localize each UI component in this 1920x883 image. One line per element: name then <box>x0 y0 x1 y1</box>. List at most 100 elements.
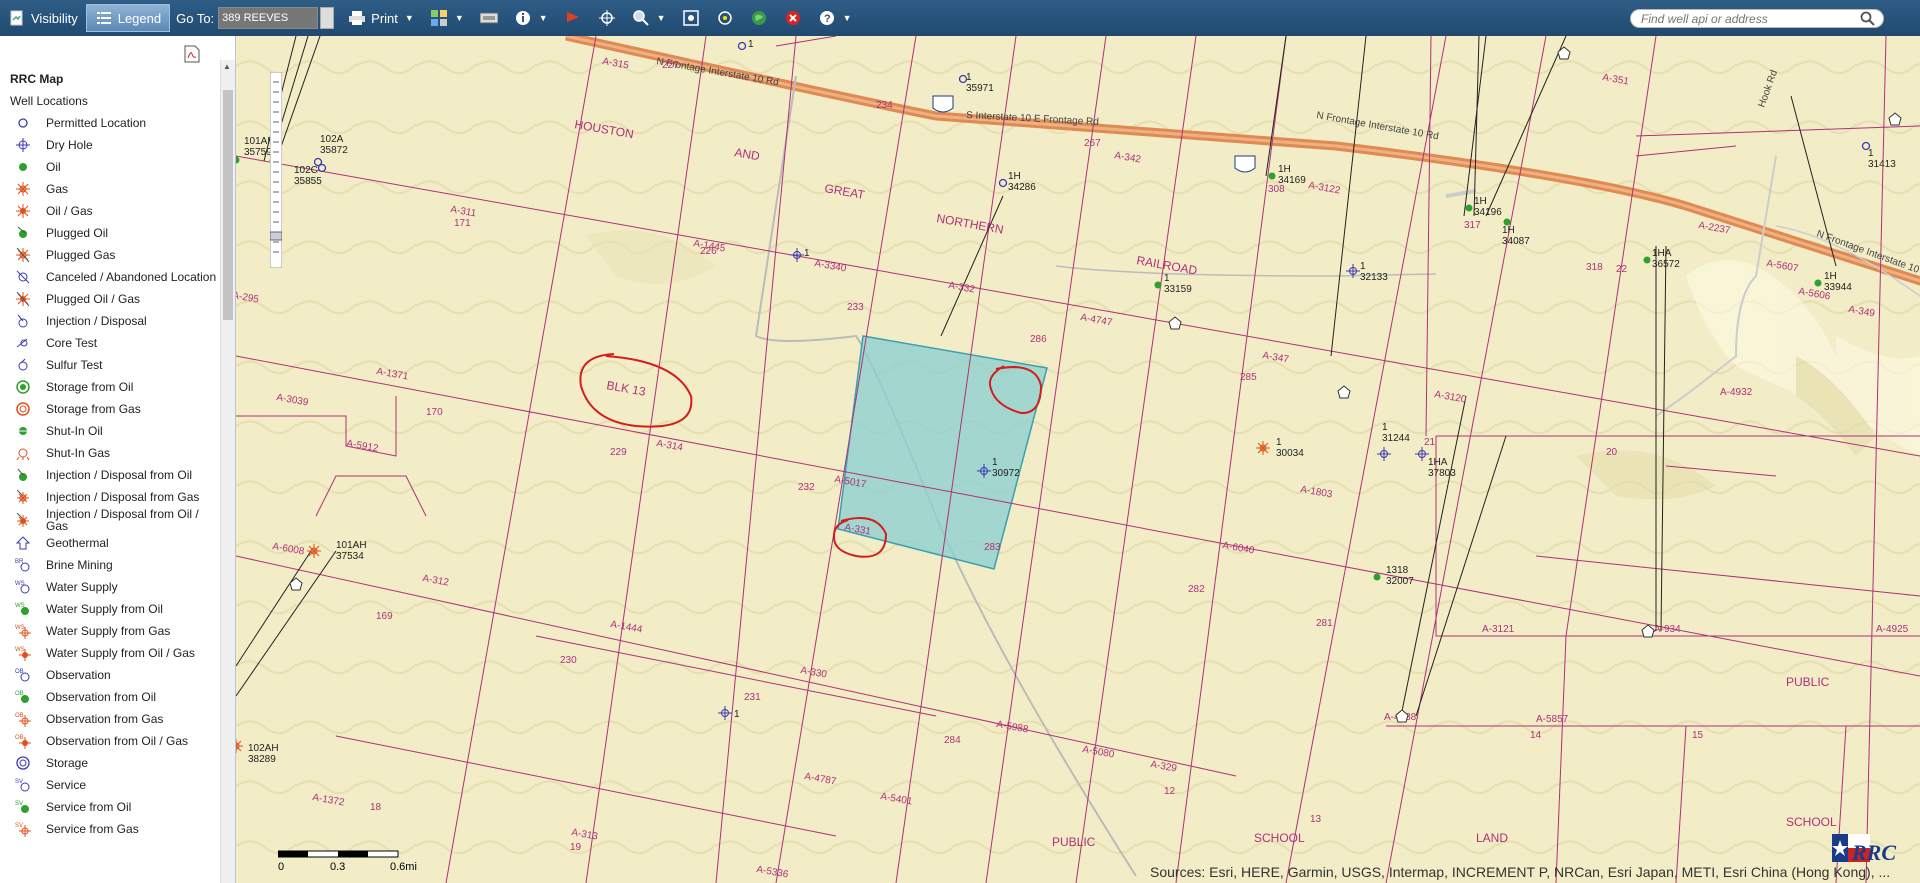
oil-well-icon[interactable] <box>1373 573 1381 581</box>
well-number: 1318 <box>1386 565 1409 576</box>
legend-item-label: Water Supply <box>46 580 118 594</box>
gas-well-icon[interactable] <box>1256 441 1270 455</box>
pdf-icon[interactable] <box>184 45 200 66</box>
chevron-down-icon: ▼ <box>656 13 666 23</box>
help-icon: ? <box>818 9 836 27</box>
print-button[interactable]: Print ▼ <box>340 4 422 32</box>
legend-item-label: Injection / Disposal from Gas <box>46 490 200 504</box>
legend-button[interactable]: Legend <box>85 4 171 32</box>
oil-well-icon[interactable] <box>1465 204 1473 212</box>
well-number: 1 <box>992 457 998 468</box>
map-view[interactable]: HOUSTON AND GREAT NORTHERN RAILROAD BLK 13 PUB… <box>236 36 1920 883</box>
chevron-down-icon: ▼ <box>842 13 852 23</box>
oil-well-icon[interactable] <box>1154 281 1162 289</box>
measure-button[interactable] <box>472 4 506 32</box>
gas-icon <box>10 181 36 197</box>
legend-item-label: Observation from Oil <box>46 690 157 704</box>
well-api: 33159 <box>1164 284 1192 295</box>
sulfur-test-icon <box>10 357 36 373</box>
legend-item: Gas <box>10 178 220 200</box>
close-icon <box>784 9 802 27</box>
scroll-up-icon[interactable]: ▲ <box>223 62 231 71</box>
legend-item-label: Water Supply from Oil <box>46 602 163 616</box>
storage-oil-icon <box>10 379 36 395</box>
goto-spinner[interactable] <box>320 7 335 29</box>
section-number: 233 <box>847 302 864 313</box>
legend-item: Storage from Oil <box>10 376 220 398</box>
section-number: 232 <box>798 482 815 493</box>
well-number: 102AH <box>248 743 279 754</box>
oil-gas-icon <box>10 203 36 219</box>
legend-scrollbar[interactable]: ▲ <box>220 60 235 883</box>
info-icon <box>514 9 532 27</box>
search-input[interactable] <box>1630 9 1884 28</box>
search-icon[interactable] <box>1860 11 1876 30</box>
legend-item-label: Service from Gas <box>46 822 139 836</box>
legend-item: Sulfur Test <box>10 354 220 376</box>
full-extent-button[interactable] <box>674 4 708 32</box>
permitted-location-icon <box>10 115 36 131</box>
legend-item: Geothermal <box>10 532 220 554</box>
well-api: 31413 <box>1868 159 1896 170</box>
section-number: 169 <box>376 611 393 622</box>
oil-well-icon[interactable] <box>1814 279 1822 287</box>
legend-item-label: Water Supply from Gas <box>46 624 171 638</box>
clear-button[interactable] <box>776 4 810 32</box>
section-number: 285 <box>1240 372 1257 383</box>
well-number: 1H <box>1278 164 1291 175</box>
shut-in-gas-icon <box>10 445 36 461</box>
globe-button[interactable] <box>742 4 776 32</box>
help-button[interactable]: ? ▼ <box>810 4 860 32</box>
svg-text:OB: OB <box>15 735 24 741</box>
info-button[interactable]: ▼ <box>506 4 556 32</box>
map-canvas[interactable]: HOUSTONANDGREATNORTHERNRAILROADBLK 13PUB… <box>236 36 1920 883</box>
flag-button[interactable] <box>556 4 590 32</box>
locate-button[interactable] <box>708 4 742 32</box>
legend-item-label: Injection / Disposal from Oil <box>46 468 193 482</box>
zoom-slider[interactable] <box>270 72 282 268</box>
observation-oil-icon: OB <box>10 689 36 705</box>
zoom-tool-button[interactable]: ▼ <box>624 4 674 32</box>
zoom-handle[interactable] <box>270 231 282 241</box>
legend-item-label: Shut-In Oil <box>46 424 103 438</box>
full-extent-icon <box>682 9 700 27</box>
interstate-shield-icon <box>1234 155 1256 173</box>
grid-layers-icon <box>430 9 448 27</box>
legend-item: Shut-In Gas <box>10 442 220 464</box>
legend-item: Storage <box>10 752 220 774</box>
section-number: 171 <box>454 218 471 229</box>
basemap-button[interactable]: ▼ <box>422 4 472 32</box>
pan-button[interactable] <box>590 4 624 32</box>
scale-0: 0 <box>278 861 284 872</box>
section-number: 283 <box>984 542 1001 553</box>
section-number: 15 <box>1692 730 1704 741</box>
legend-item-label: Storage from Oil <box>46 380 134 394</box>
oil-well-icon[interactable] <box>1268 172 1276 180</box>
well-number: 102A <box>320 134 344 145</box>
print-label: Print <box>371 10 398 26</box>
gas-well-icon[interactable] <box>307 544 321 558</box>
observation-icon: OB <box>10 667 36 683</box>
goto-label: Go To: <box>176 10 215 26</box>
svg-text:WS: WS <box>15 581 25 587</box>
survey-label: PUBLIC <box>1786 675 1830 689</box>
legend-item: WS Water Supply from Oil <box>10 598 220 620</box>
section-number: 231 <box>744 692 761 703</box>
legend-item-label: Plugged Oil <box>46 226 109 240</box>
oil-well-icon[interactable] <box>1643 256 1651 264</box>
legend-item: SV Service from Oil <box>10 796 220 818</box>
observation-gas-icon: OB <box>10 711 36 727</box>
oil-icon <box>10 159 36 175</box>
legend-item-label: Gas <box>46 182 69 196</box>
well-api: 30972 <box>992 468 1020 479</box>
legend-item: Plugged Gas <box>10 244 220 266</box>
section-number: 318 <box>1586 262 1603 273</box>
service-oil-icon: SV <box>10 799 36 815</box>
geothermal-icon <box>10 535 36 551</box>
well-api: 30034 <box>1276 448 1304 459</box>
scrollbar-thumb[interactable] <box>223 90 233 320</box>
abstract-label: A-4932 <box>1720 387 1753 398</box>
goto-input[interactable] <box>218 7 319 29</box>
visibility-button[interactable]: Visibility <box>0 4 86 32</box>
well-number: 1 <box>1276 437 1282 448</box>
